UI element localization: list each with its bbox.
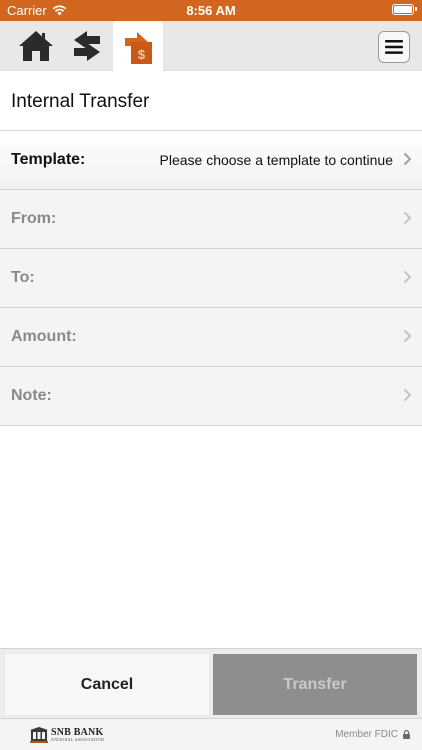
from-row[interactable]: From:	[0, 190, 422, 249]
page-title: Internal Transfer	[11, 91, 150, 112]
amount-label: Amount:	[11, 328, 77, 345]
template-value: Please choose a template to continue	[159, 152, 394, 168]
note-row[interactable]: Note:	[0, 367, 422, 426]
bank-logo: SNB BANK NATIONAL ASSOCIATION	[30, 727, 104, 743]
status-bar: Carrier 8:56 AM	[0, 0, 422, 21]
to-row[interactable]: To:	[0, 249, 422, 308]
amount-row[interactable]: Amount:	[0, 308, 422, 367]
from-label: From:	[11, 210, 57, 227]
member-fdic: Member FDIC	[335, 729, 410, 740]
transfer-button[interactable]: Transfer	[213, 654, 417, 715]
footer: SNB BANK NATIONAL ASSOCIATION Member FDI…	[0, 718, 422, 750]
hamburger-menu-icon	[385, 40, 403, 54]
chevron-right-icon	[403, 211, 412, 225]
top-nav: $	[0, 21, 422, 72]
home-icon	[19, 31, 53, 61]
svg-text:$: $	[138, 47, 146, 62]
chevron-right-icon	[403, 270, 412, 284]
chevron-right-icon	[403, 152, 412, 166]
template-row[interactable]: Template: Please choose a template to co…	[0, 131, 422, 190]
status-time: 8:56 AM	[186, 3, 236, 18]
tab-internal-transfer[interactable]: $	[113, 21, 163, 72]
tab-transfers[interactable]	[62, 21, 112, 71]
to-label: To:	[11, 269, 35, 286]
logo-subtitle: NATIONAL ASSOCIATION	[51, 737, 105, 742]
battery-icon	[392, 4, 417, 15]
swap-arrows-icon	[74, 31, 100, 61]
chevron-right-icon	[403, 329, 412, 343]
bank-emblem-icon	[30, 727, 48, 743]
transfer-form: Template: Please choose a template to co…	[0, 131, 422, 426]
note-label: Note:	[11, 387, 52, 404]
action-bar: Cancel Transfer	[0, 648, 422, 718]
member-fdic-label: Member FDIC	[335, 729, 398, 740]
chevron-right-icon	[403, 388, 412, 402]
transfer-dollar-icon: $	[125, 31, 152, 64]
lock-icon	[403, 730, 410, 739]
template-label: Template:	[11, 151, 86, 168]
cancel-button[interactable]: Cancel	[5, 654, 209, 715]
menu-button[interactable]	[378, 31, 410, 63]
page-header: Internal Transfer	[0, 71, 422, 131]
tab-home[interactable]	[11, 21, 61, 71]
